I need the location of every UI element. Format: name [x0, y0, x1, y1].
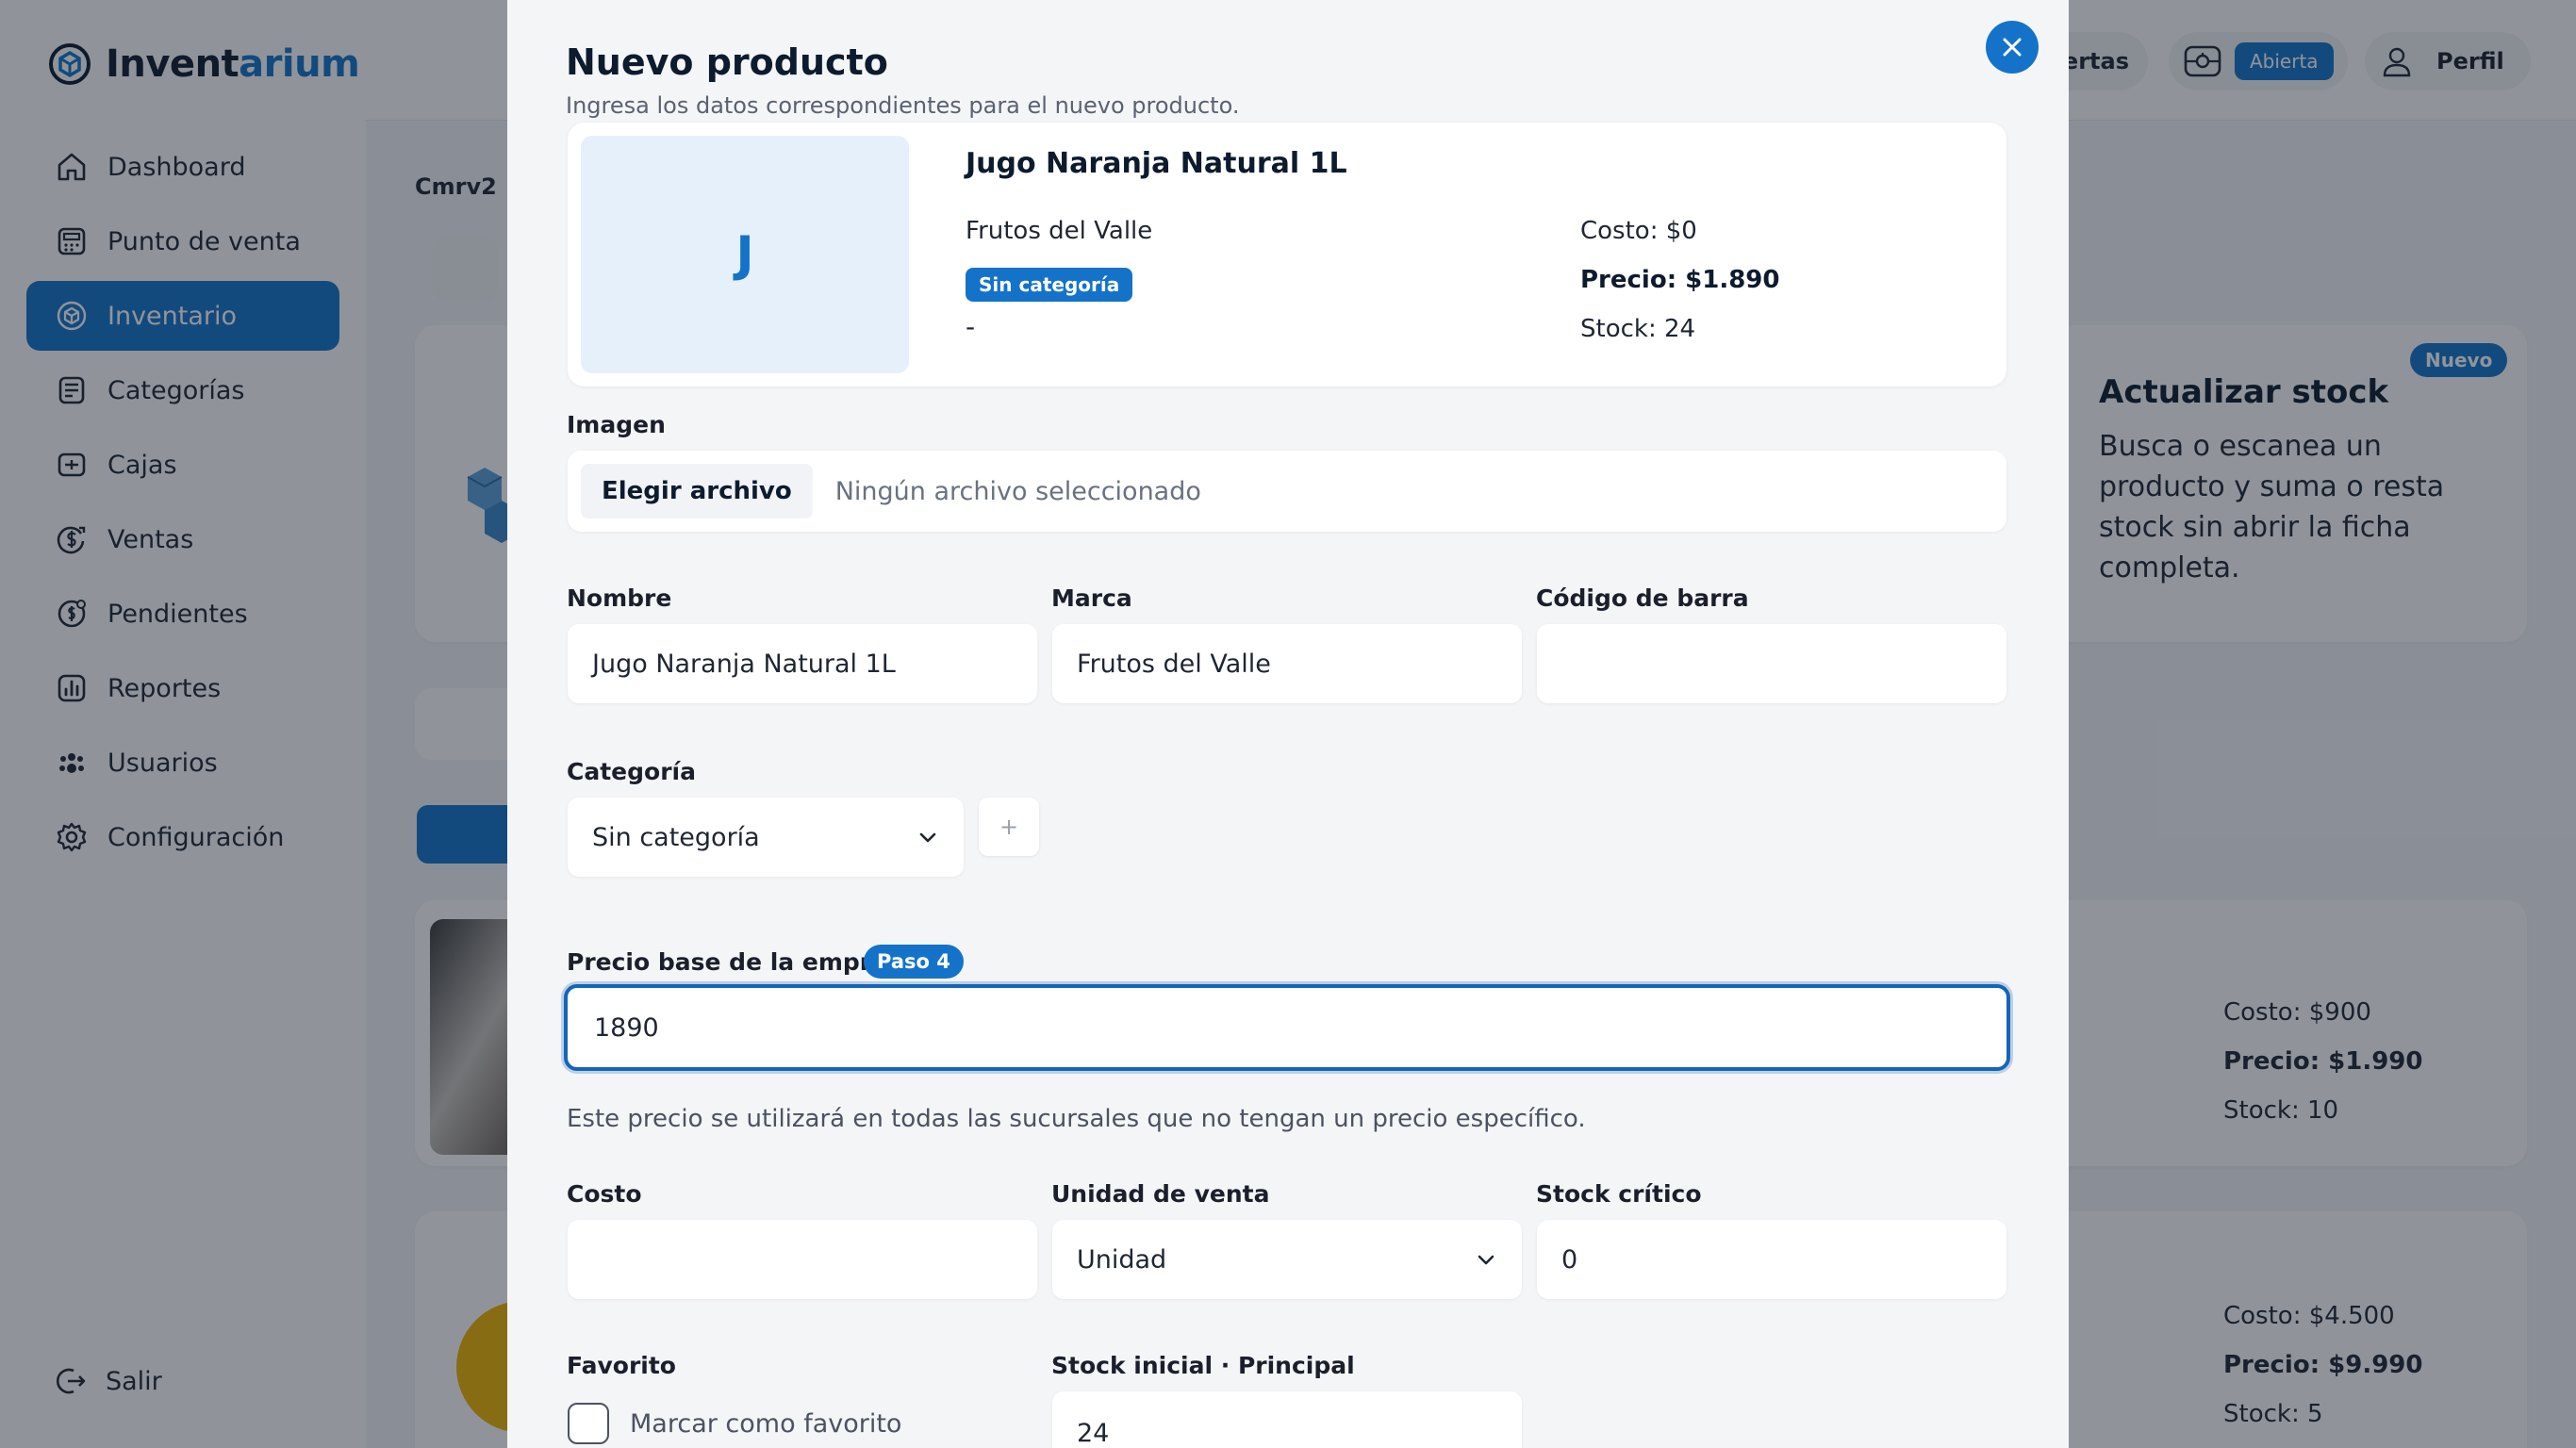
category-select[interactable]: Sin categoría	[568, 798, 964, 877]
base-price-input[interactable]: 1890	[564, 984, 2010, 1071]
preview-price: Precio: $1.890	[1580, 266, 1780, 294]
close-button[interactable]	[1986, 21, 2039, 74]
image-label: Imagen	[567, 411, 666, 438]
file-status: Ningún archivo seleccionado	[834, 476, 1201, 506]
sale-unit-label: Unidad de venta	[1051, 1180, 1270, 1208]
name-input[interactable]: Jugo Naranja Natural 1L	[568, 624, 1037, 703]
critical-stock-label: Stock crítico	[1536, 1180, 1702, 1208]
initial-stock-label: Stock inicial · Principal	[1051, 1352, 1355, 1379]
modal-title: Nuevo producto	[566, 41, 888, 83]
preview-category-badge: Sin categoría	[966, 268, 1133, 302]
preview-brand: Frutos del Valle	[966, 217, 1153, 245]
category-value: Sin categoría	[592, 822, 760, 852]
add-category-button[interactable]: +	[979, 798, 1039, 856]
brand-label: Marca	[1051, 584, 1132, 612]
step-badge: Paso 4	[864, 945, 964, 979]
barcode-input[interactable]	[1537, 624, 2006, 703]
chevron-down-icon	[919, 832, 936, 843]
initial-stock-input[interactable]: 24	[1052, 1391, 1522, 1448]
sale-unit-select[interactable]: Unidad	[1052, 1220, 1522, 1299]
modal-subtitle: Ingresa los datos correspondientes para …	[566, 92, 1240, 119]
favorite-label: Favorito	[567, 1352, 676, 1379]
close-icon	[2003, 38, 2022, 57]
price-help-text: Este precio se utilizará en todas las su…	[567, 1105, 1586, 1133]
critical-stock-input[interactable]: 0	[1537, 1220, 2006, 1299]
cost-label: Costo	[567, 1180, 642, 1208]
category-label: Categoría	[567, 758, 696, 785]
image-file-input[interactable]: Elegir archivo Ningún archivo selecciona…	[568, 451, 2006, 532]
barcode-label: Código de barra	[1536, 584, 1749, 612]
product-image-placeholder: J	[581, 136, 909, 373]
product-preview-card: J Jugo Naranja Natural 1L Frutos del Val…	[568, 123, 2006, 387]
preview-cost: Costo: $0	[1580, 217, 1697, 245]
name-label: Nombre	[567, 584, 672, 612]
favorite-checkbox[interactable]	[568, 1403, 609, 1444]
sale-unit-value: Unidad	[1077, 1244, 1167, 1275]
cost-input[interactable]	[568, 1220, 1037, 1299]
preview-stock: Stock: 24	[1580, 315, 1696, 343]
brand-input[interactable]: Frutos del Valle	[1052, 624, 1522, 703]
chevron-down-icon	[1478, 1255, 1494, 1265]
favorite-checkbox-row[interactable]: Marcar como favorito	[568, 1403, 901, 1444]
preview-barcode: -	[966, 311, 976, 342]
choose-file-button[interactable]: Elegir archivo	[581, 464, 813, 518]
preview-name: Jugo Naranja Natural 1L	[966, 147, 1347, 180]
favorite-checkbox-label: Marcar como favorito	[630, 1408, 902, 1439]
